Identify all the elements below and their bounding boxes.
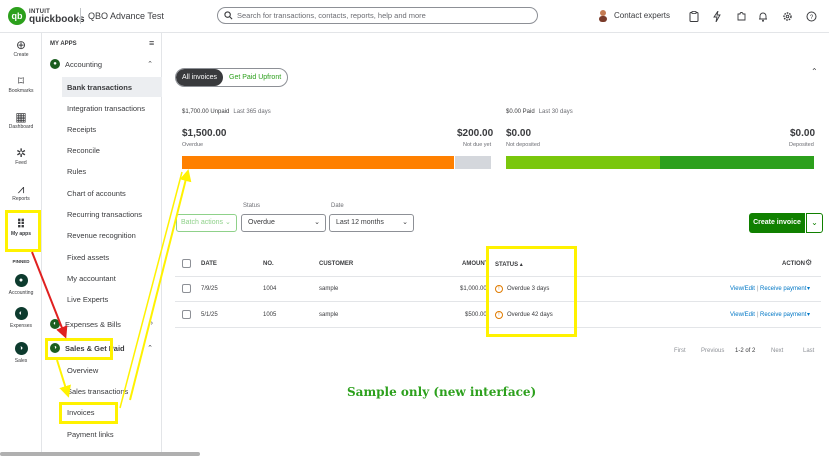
horizontal-scrollbar[interactable] [0,452,200,456]
arrow-yellow-1 [56,359,71,398]
arrow-yellow-3 [119,171,183,409]
annotation-arrows [31,169,192,409]
arrow-yellow-2 [129,169,192,401]
arrow-red [31,251,68,339]
